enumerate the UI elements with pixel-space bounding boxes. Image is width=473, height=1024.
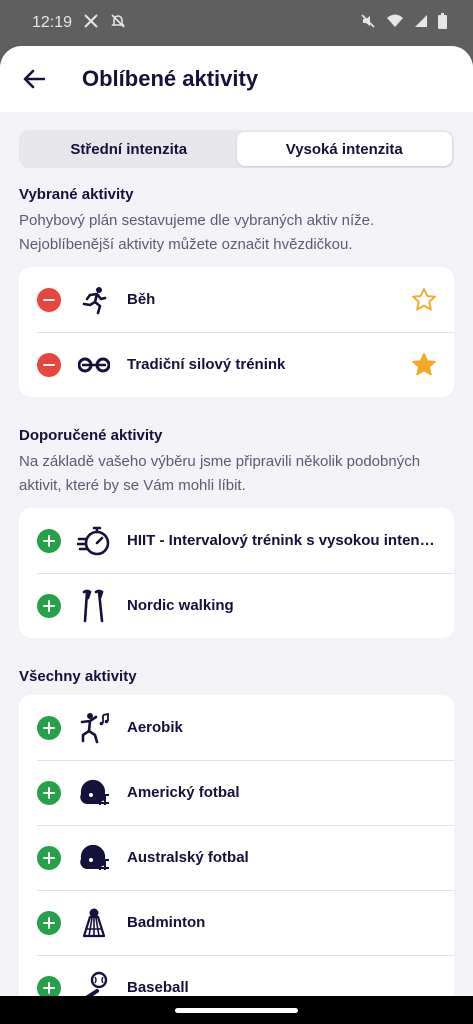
home-indicator[interactable] xyxy=(175,1008,298,1013)
star-filled-icon[interactable] xyxy=(410,351,438,379)
signal-icon xyxy=(414,14,428,33)
list-item[interactable]: Běh xyxy=(19,267,454,332)
activity-name: HIIT - Intervalový trénink s vysokou int… xyxy=(127,532,437,549)
nordic-poles-icon xyxy=(77,589,111,623)
add-button[interactable] xyxy=(37,593,61,618)
running-icon xyxy=(77,283,111,317)
recommended-activities-title: Doporučené aktivity xyxy=(19,427,163,444)
notifications-off-icon xyxy=(110,13,126,34)
list-item[interactable]: Baseball xyxy=(19,955,454,996)
activity-name: Badminton xyxy=(127,914,206,931)
page-title: Oblíbené aktivity xyxy=(82,66,259,91)
list-item[interactable]: HIIT - Intervalový trénink s vysokou int… xyxy=(19,508,454,573)
mute-icon xyxy=(360,13,376,34)
selected-activities-title: Vybrané aktivity xyxy=(19,186,134,203)
recommended-activities-desc: Na základě vašeho výběru jsme připravili… xyxy=(19,453,421,494)
favorite-activities-sheet: Oblíbené aktivity Střední intenzita Vyso… xyxy=(0,46,473,996)
activity-name: Tradiční silový trénink xyxy=(127,356,286,373)
navigation-bar xyxy=(0,996,473,1024)
all-activities-list: Aerobik Americký fotbal Australský fotba… xyxy=(19,695,454,996)
football-helmet-icon xyxy=(77,776,111,810)
intensity-segmented-control: Střední intenzita Vysoká intenzita xyxy=(19,130,454,168)
add-button[interactable] xyxy=(37,845,61,870)
baseball-icon xyxy=(77,971,111,996)
list-item[interactable]: Tradiční silový trénink xyxy=(19,332,454,397)
wifi-icon xyxy=(386,13,404,34)
status-time: 12:19 xyxy=(32,14,73,31)
add-button[interactable] xyxy=(37,975,61,996)
list-item[interactable]: Aerobik xyxy=(19,695,454,760)
tab-high-intensity[interactable]: Vysoká intenzita xyxy=(236,132,452,166)
add-button[interactable] xyxy=(37,780,61,805)
all-activities-title: Všechny aktivity xyxy=(19,668,137,685)
arrow-left-icon xyxy=(23,69,45,89)
activity-name: Běh xyxy=(127,291,156,308)
stopwatch-icon xyxy=(77,524,111,558)
status-bar: 12:19 xyxy=(0,0,473,46)
activity-name: Baseball xyxy=(127,979,189,996)
battery-icon xyxy=(438,12,447,34)
recommended-activities-list: HIIT - Intervalový trénink s vysokou int… xyxy=(19,508,454,638)
add-button[interactable] xyxy=(37,528,61,553)
dumbbell-icon xyxy=(77,348,111,382)
selected-activities-list: Běh Tradiční silový trénink xyxy=(19,267,454,397)
list-item[interactable]: Badminton xyxy=(19,890,454,955)
back-button[interactable] xyxy=(20,65,48,93)
add-button[interactable] xyxy=(37,910,61,935)
top-app-bar: Oblíbené aktivity xyxy=(0,46,473,112)
tab-medium-intensity[interactable]: Střední intenzita xyxy=(21,132,237,166)
remove-button[interactable] xyxy=(37,352,61,377)
shuttlecock-icon xyxy=(77,906,111,940)
list-item[interactable]: Australský fotbal xyxy=(19,825,454,890)
activity-name: Australský fotbal xyxy=(127,849,249,866)
activity-name: Americký fotbal xyxy=(127,784,240,801)
x-app-icon xyxy=(84,13,98,33)
aerobics-icon xyxy=(77,711,111,745)
selected-activities-desc: Pohybový plán sestavujeme dle vybraných … xyxy=(19,212,375,253)
activity-name: Nordic walking xyxy=(127,597,234,614)
activity-name: Aerobik xyxy=(127,719,183,736)
list-item[interactable]: Nordic walking xyxy=(19,573,454,638)
remove-button[interactable] xyxy=(37,287,61,312)
football-helmet-icon xyxy=(77,841,111,875)
list-item[interactable]: Americký fotbal xyxy=(19,760,454,825)
star-outline-icon[interactable] xyxy=(410,286,438,314)
add-button[interactable] xyxy=(37,715,61,740)
